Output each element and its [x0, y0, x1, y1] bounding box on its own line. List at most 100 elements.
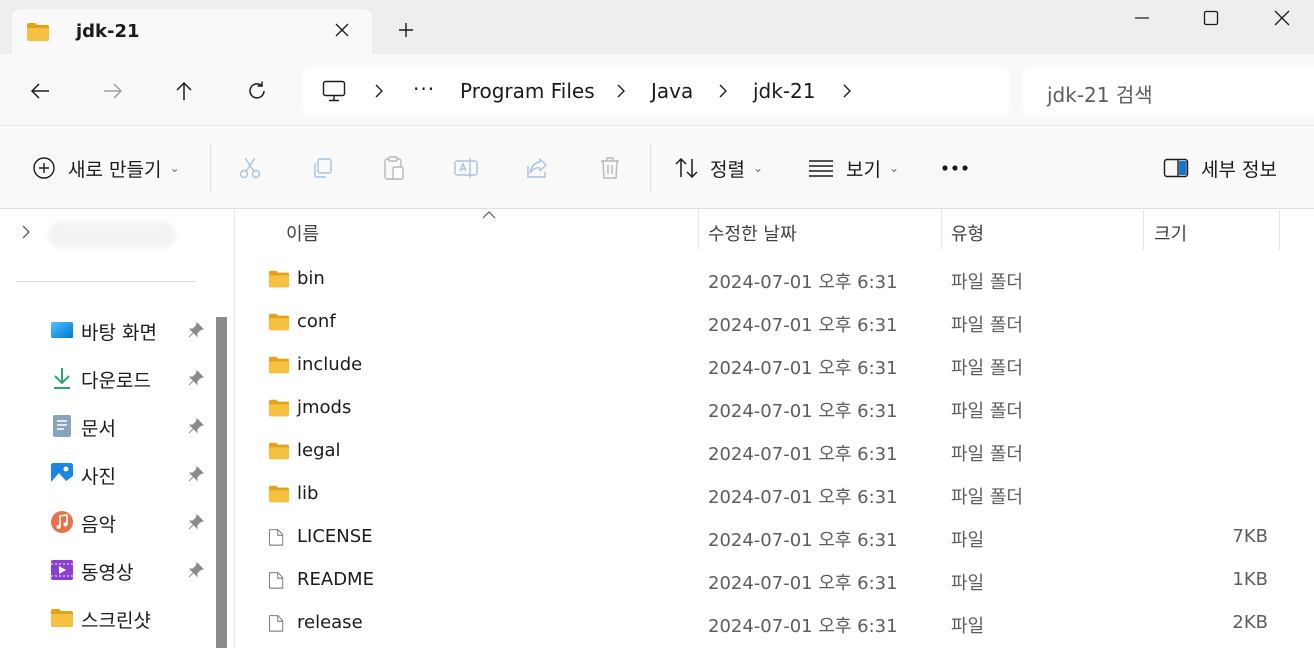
- up-icon[interactable]: [173, 80, 195, 102]
- chevron-right-icon[interactable]: [841, 84, 853, 98]
- file-modified: 2024-07-01 오후 6:31: [708, 358, 898, 379]
- copy-icon[interactable]: [310, 156, 334, 180]
- file-row[interactable]: jmods 2024-07-01 오후 6:31 파일 폴더: [236, 388, 1314, 431]
- pin-icon[interactable]: [187, 513, 205, 531]
- sidebar-item-screenshots[interactable]: 스크린샷: [0, 598, 210, 638]
- pin-icon[interactable]: [187, 561, 205, 579]
- cut-icon[interactable]: [238, 156, 262, 180]
- file-row[interactable]: LICENSE 2024-07-01 오후 6:31 파일 7KB: [236, 517, 1314, 560]
- pane-divider: [234, 210, 235, 648]
- chevron-down-icon: ⌄: [169, 161, 180, 175]
- column-divider[interactable]: [1279, 210, 1280, 250]
- share-icon[interactable]: [526, 156, 550, 180]
- file-icon: [269, 572, 284, 589]
- tab-title: jdk-21: [76, 21, 140, 42]
- column-modified-label: 수정한 날짜: [708, 224, 797, 245]
- sidebar-item-desktop[interactable]: 바탕 화면: [0, 310, 210, 350]
- sidebar-item-label: 음악: [81, 514, 116, 536]
- sidebar-item-downloads[interactable]: 다운로드: [0, 358, 210, 398]
- breadcrumb-overflow[interactable]: ···: [413, 77, 435, 101]
- add-icon: [33, 157, 55, 179]
- pictures-icon: [51, 463, 73, 485]
- divider: [210, 144, 211, 192]
- chevron-right-icon[interactable]: [717, 84, 729, 98]
- chevron-down-icon: ⌄: [752, 161, 764, 175]
- new-tab-icon[interactable]: [396, 20, 416, 40]
- column-header-modified[interactable]: 수정한 날짜: [699, 210, 941, 252]
- folder-icon: [51, 609, 73, 627]
- sidebar-item-videos[interactable]: 동영상: [0, 550, 210, 590]
- search-input[interactable]: jdk-21 검색: [1023, 67, 1314, 115]
- rename-icon[interactable]: [453, 156, 479, 180]
- column-header-name[interactable]: 이름: [236, 210, 698, 252]
- computer-icon[interactable]: [322, 80, 346, 102]
- pin-icon[interactable]: [187, 417, 205, 435]
- file-name: bin: [297, 268, 325, 289]
- back-icon[interactable]: [29, 80, 51, 102]
- file-type: 파일 폴더: [951, 358, 1023, 379]
- breadcrumb-java[interactable]: Java: [651, 79, 693, 103]
- download-icon: [54, 368, 70, 389]
- file-icon: [269, 615, 284, 632]
- sidebar-item-pictures[interactable]: 사진: [0, 454, 210, 494]
- new-button[interactable]: 새로 만들기 ⌄: [32, 127, 180, 209]
- file-name: jmods: [297, 397, 352, 418]
- close-tab-icon[interactable]: [332, 20, 352, 40]
- column-header-type[interactable]: 유형: [942, 210, 1143, 252]
- sidebar-item-label: 문서: [81, 418, 116, 440]
- blurred-home-item[interactable]: [48, 222, 176, 248]
- file-name: include: [297, 354, 363, 375]
- sort-button[interactable]: 정렬 ⌄: [674, 127, 763, 209]
- tab-jdk-21[interactable]: jdk-21: [12, 9, 372, 54]
- file-modified: 2024-07-01 오후 6:31: [708, 272, 898, 293]
- forward-icon[interactable]: [102, 80, 124, 102]
- file-modified: 2024-07-01 오후 6:31: [708, 401, 898, 422]
- file-row[interactable]: legal 2024-07-01 오후 6:31 파일 폴더: [236, 431, 1314, 474]
- maximize-icon[interactable]: [1201, 8, 1221, 28]
- sort-label: 정렬: [710, 158, 745, 181]
- file-size: 7KB: [1232, 526, 1268, 547]
- sidebar-item-music[interactable]: 음악: [0, 502, 210, 542]
- column-name-label: 이름: [286, 224, 320, 245]
- file-type: 파일: [951, 616, 985, 637]
- file-row[interactable]: README 2024-07-01 오후 6:31 파일 1KB: [236, 560, 1314, 603]
- pin-icon[interactable]: [187, 369, 205, 387]
- view-button[interactable]: 보기 ⌄: [808, 127, 899, 209]
- file-row[interactable]: conf 2024-07-01 오후 6:31 파일 폴더: [236, 302, 1314, 345]
- pin-icon[interactable]: [187, 321, 205, 339]
- divider: [650, 144, 651, 192]
- close-window-icon[interactable]: [1272, 8, 1292, 28]
- file-type: 파일 폴더: [951, 444, 1023, 465]
- file-row[interactable]: bin 2024-07-01 오후 6:31 파일 폴더: [236, 259, 1314, 302]
- file-row[interactable]: include 2024-07-01 오후 6:31 파일 폴더: [236, 345, 1314, 388]
- command-bar: 새로 만들기 ⌄ 정렬 ⌄ 보기 ⌄ 세부 정보: [0, 127, 1314, 209]
- paste-icon[interactable]: [382, 155, 406, 181]
- address-bar[interactable]: ··· Program Files Java jdk-21: [303, 67, 1009, 115]
- delete-icon[interactable]: [598, 155, 622, 181]
- chevron-right-icon[interactable]: [18, 224, 34, 240]
- breadcrumb-jdk-21[interactable]: jdk-21: [753, 79, 816, 103]
- file-type: 파일 폴더: [951, 315, 1023, 336]
- sidebar-scrollbar-thumb[interactable]: [216, 317, 227, 648]
- pin-icon[interactable]: [187, 465, 205, 483]
- videos-icon: [51, 560, 73, 580]
- details-pane-icon: [1163, 158, 1189, 178]
- file-type: 파일: [951, 573, 985, 594]
- column-header-size[interactable]: 크기: [1144, 210, 1279, 252]
- chevron-right-icon[interactable]: [373, 84, 385, 98]
- breadcrumb-program-files[interactable]: Program Files: [460, 79, 595, 103]
- folder-icon: [268, 399, 290, 417]
- navigation-pane: 바탕 화면 다운로드 문서 사진 음악 동영상 스크린샷: [0, 210, 234, 648]
- divider: [16, 281, 196, 282]
- details-pane-button[interactable]: 세부 정보: [1163, 127, 1277, 209]
- file-modified: 2024-07-01 오후 6:31: [708, 487, 898, 508]
- chevron-right-icon[interactable]: [615, 84, 627, 98]
- more-options-button[interactable]: [941, 127, 969, 209]
- file-row[interactable]: release 2024-07-01 오후 6:31 파일 2KB: [236, 603, 1314, 646]
- minimize-icon[interactable]: [1132, 8, 1152, 28]
- file-name: conf: [297, 311, 336, 332]
- file-modified: 2024-07-01 오후 6:31: [708, 616, 898, 637]
- refresh-icon[interactable]: [246, 80, 268, 102]
- file-row[interactable]: lib 2024-07-01 오후 6:31 파일 폴더: [236, 474, 1314, 517]
- sidebar-item-documents[interactable]: 문서: [0, 406, 210, 446]
